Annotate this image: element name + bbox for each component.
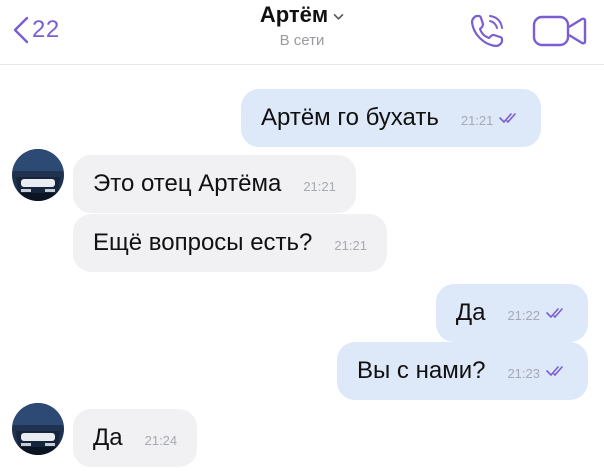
contact-title-button[interactable]: Артём [260,2,344,28]
outgoing-message[interactable]: Да 21:22 [435,284,588,342]
phone-icon [468,14,506,54]
unread-count: 22 [32,16,60,43]
outgoing-message[interactable]: Артём го бухать 21:21 [241,89,542,147]
message-time: 21:22 [507,307,540,323]
message-text: Артём го бухать [261,104,439,131]
sender-avatar[interactable] [12,149,64,201]
chevron-down-icon [333,8,344,26]
double-check-icon [499,111,521,129]
sender-avatar[interactable] [12,403,64,455]
double-check-icon [546,306,568,324]
chat-header: 22 Артём В сети [0,0,604,65]
incoming-message[interactable]: Да 21:24 [73,409,198,467]
video-camera-icon [532,15,588,53]
car-avatar-icon [12,149,64,201]
incoming-message[interactable]: Это отец Артёма 21:21 [73,155,356,213]
message-list: Артём го бухать 21:21 Это отец Артёма 21… [0,65,604,471]
message-text: Да [455,299,486,326]
message-text: Да [93,424,123,451]
message-text: Ещё вопросы есть? [93,229,313,256]
call-button[interactable] [468,12,506,50]
message-time: 21:23 [507,365,540,381]
double-check-icon [546,364,568,382]
message-time: 21:21 [303,178,336,194]
back-button[interactable]: 22 [12,10,60,50]
incoming-message[interactable]: Ещё вопросы есть? 21:21 [73,214,387,272]
message-time: 21:24 [144,432,178,448]
message-text: Это отец Артёма [93,170,282,197]
chat-screen: 22 Артём В сети Артём го бухать 21:21 Эт… [0,0,604,471]
message-text: Вы с нами? [357,357,486,384]
video-call-button[interactable] [532,13,588,49]
chevron-left-icon [12,15,30,45]
car-avatar-icon [12,403,64,455]
message-time: 21:21 [334,237,367,253]
outgoing-message[interactable]: Вы с нами? 21:23 [337,342,588,400]
message-time: 21:21 [460,112,494,128]
title-area: Артём В сети [0,0,604,49]
contact-name: Артём [259,2,329,27]
contact-status: В сети [279,32,325,49]
